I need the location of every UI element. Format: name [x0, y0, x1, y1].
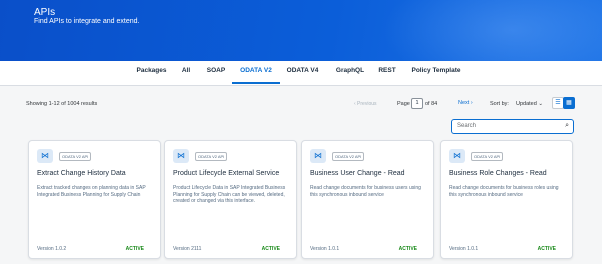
card-description: Product Lifecycle Data in SAP Integrated… [173, 185, 286, 204]
tab-odata-v4[interactable]: ODATA V4 [284, 61, 321, 85]
card-title[interactable]: Product Lifecycle External Service [173, 170, 279, 177]
status-badge: ACTIVE [537, 246, 556, 252]
results-toolbar: Showing 1-12 of 1004 results ‹ Previous … [0, 96, 602, 114]
card-version: Version 1.0.2 [37, 246, 67, 252]
search-input[interactable]: Search ⌕ [451, 119, 574, 134]
page-subtitle: Find APIs to integrate and extend. [34, 18, 140, 25]
status-badge: ACTIVE [125, 246, 144, 252]
card-description: Extract tracked changes on planning data… [37, 185, 146, 198]
page-total: of 84 [425, 101, 438, 107]
api-card[interactable]: ⋈ ODATA V2 API Product Lifecycle Externa… [164, 140, 297, 259]
share-icon: ⋈ [310, 149, 326, 163]
tab-soap[interactable]: SOAP [203, 61, 229, 85]
search-icon[interactable]: ⌕ [565, 122, 569, 130]
page-title: APIs [34, 7, 56, 18]
grid-view-icon[interactable]: ▦ [563, 97, 575, 109]
search-placeholder: Search [457, 123, 477, 129]
next-page-link[interactable]: Next › [458, 100, 473, 106]
api-type-badge: ODATA V2 API [332, 152, 365, 161]
api-type-badge: ODATA V2 API [471, 152, 504, 161]
status-badge: ACTIVE [398, 246, 417, 252]
api-card[interactable]: ⋈ ODATA V2 API Business User Change - Re… [301, 140, 434, 259]
tab-policy-template[interactable]: Policy Template [406, 61, 466, 85]
page-label: Page [397, 101, 410, 107]
card-version: Version 2111 [173, 246, 202, 252]
card-description: Read change documents for business roles… [449, 185, 559, 198]
status-badge: ACTIVE [261, 246, 280, 252]
share-icon: ⋈ [37, 149, 53, 163]
api-type-tabs: Packages All SOAP ODATA V2 ODATA V4 Grap… [0, 61, 602, 86]
card-title[interactable]: Business User Change - Read [310, 170, 405, 177]
tab-graphql[interactable]: GraphQL [331, 61, 369, 85]
card-title[interactable]: Business Role Changes - Read [449, 170, 547, 177]
api-type-badge: ODATA V2 API [59, 152, 92, 161]
tab-odata-v2[interactable]: ODATA V2 [232, 61, 280, 84]
sort-label: Sort by: [490, 101, 509, 107]
share-icon: ⋈ [173, 149, 189, 163]
sort-select[interactable]: Updated ⌄ [516, 101, 543, 107]
card-title[interactable]: Extract Change History Data [37, 170, 126, 177]
card-version: Version 1.0.1 [310, 246, 340, 252]
previous-page-link[interactable]: ‹ Previous [354, 101, 377, 107]
card-description: Read change documents for business users… [310, 185, 421, 198]
api-card[interactable]: ⋈ ODATA V2 API Extract Change History Da… [28, 140, 161, 259]
results-count: Showing 1-12 of 1004 results [26, 101, 98, 107]
card-version: Version 1.0.1 [449, 246, 479, 252]
tab-rest[interactable]: REST [374, 61, 400, 85]
hero-glow [382, 0, 602, 61]
api-type-badge: ODATA V2 API [195, 152, 228, 161]
api-card[interactable]: ⋈ ODATA V2 API Business Role Changes - R… [440, 140, 573, 259]
page-number-input[interactable]: 1 [411, 98, 423, 109]
share-icon: ⋈ [449, 149, 465, 163]
tab-all[interactable]: All [176, 61, 196, 85]
hero-banner: APIs Find APIs to integrate and extend. [0, 0, 602, 61]
tab-packages[interactable]: Packages [131, 61, 172, 85]
